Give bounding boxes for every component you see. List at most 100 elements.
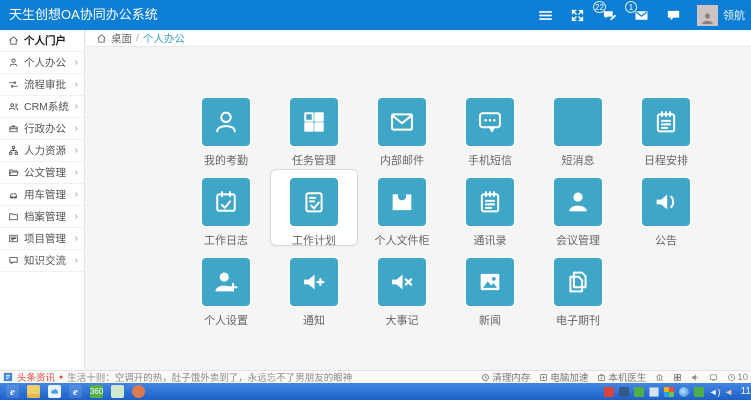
sidebar-item-label: 公文管理 (24, 165, 66, 180)
chat-messages-icon[interactable]: 22 (601, 7, 618, 24)
person-icon (554, 178, 602, 226)
sidebar-item-3[interactable]: CRM系统 › (0, 96, 84, 118)
sms-icon (466, 98, 514, 146)
speedup-button[interactable]: 电脑加速 (539, 370, 588, 383)
pc-doctor-button[interactable]: 本机医生 (597, 370, 646, 383)
clock-icon[interactable]: 10 (727, 372, 748, 383)
top-header: 天生创想OA协同办公系统 22 1 (0, 0, 751, 30)
user-avatar (697, 5, 718, 26)
app-tile-grid: 我的考勤任务管理内部邮件手机短信短消息日程安排工作日志工作计划个人文件柜通讯录会… (182, 98, 710, 338)
ie-browser-icon[interactable]: e (6, 385, 19, 398)
security-tray-icon[interactable] (604, 387, 614, 397)
user-icon (8, 57, 19, 68)
app-tile-7[interactable]: 工作计划 (270, 178, 358, 258)
app-tile-label: 会议管理 (556, 232, 600, 248)
sidebar-item-4[interactable]: 行政办公 › (0, 118, 84, 140)
app-tile-label: 通知 (303, 312, 325, 328)
app-tile-9[interactable]: 通讯录 (446, 178, 534, 258)
speaker-icon (642, 178, 690, 226)
app-tile-0[interactable]: 我的考勤 (182, 98, 270, 178)
chevron-right-icon: › (75, 102, 78, 112)
breadcrumb-separator: / (136, 32, 139, 44)
sidebar-item-9[interactable]: 项目管理› (0, 228, 84, 250)
sound-icon[interactable] (691, 373, 700, 382)
chevron-right-icon: › (75, 234, 78, 244)
app-tile-6[interactable]: 工作日志 (182, 178, 270, 258)
ticker-headline[interactable]: 生活十则：空调开的热，肚子饿外卖到了，永远忘不了男朋友的眼神 (67, 370, 352, 383)
app-tile-11[interactable]: 公告 (622, 178, 710, 258)
app-tile-16[interactable]: 电子期刊 (534, 258, 622, 338)
sidebar-item-label: 知识交流 (24, 253, 66, 268)
chevron-right-icon: › (75, 256, 78, 266)
sidebar-item-label: 档案管理 (24, 209, 66, 224)
app-tile-2[interactable]: 内部邮件 (358, 98, 446, 178)
app-tile-15[interactable]: 新闻 (446, 258, 534, 338)
sidebar-item-label: 行政办公 (24, 121, 66, 136)
sidebar-item-2[interactable]: 流程审批› (0, 74, 84, 96)
display-icon[interactable] (709, 373, 718, 382)
pc-doctor-label: 本机医生 (608, 370, 646, 383)
app-tile-4[interactable]: 短消息 (534, 98, 622, 178)
cloud-app-icon[interactable] (48, 385, 61, 398)
green-tray-icon[interactable] (634, 387, 644, 397)
ticker-label[interactable]: 头条资讯 (17, 370, 55, 383)
monitor-tray-icon[interactable] (649, 387, 659, 397)
tray-app-icon[interactable] (619, 387, 629, 397)
user-menu[interactable]: 领航 (697, 5, 745, 26)
ie-browser2-icon[interactable]: e (69, 385, 82, 398)
newspaper-icon (8, 233, 19, 244)
news-doc-icon (3, 372, 13, 382)
browser360-icon[interactable]: 360 (90, 385, 103, 398)
antivirus-tray-icon[interactable] (694, 387, 704, 397)
sidebar-item-5[interactable]: 人力资源› (0, 140, 84, 162)
menu-icon[interactable] (537, 7, 554, 24)
chevron-right-icon: › (75, 124, 78, 134)
system-tray: ◄) ◄ 11 (604, 386, 749, 397)
app-tile-10[interactable]: 会议管理 (534, 178, 622, 258)
clean-memory-button[interactable]: 清理内存 (481, 370, 530, 383)
app-tile-8[interactable]: 个人文件柜 (358, 178, 446, 258)
sidebar-item-0[interactable]: 个人门户 (0, 30, 84, 52)
apps-icon[interactable] (673, 373, 682, 382)
sidebar-item-10[interactable]: 知识交流 › (0, 250, 84, 272)
explorer-folder-icon[interactable] (27, 385, 40, 398)
comment-icon (8, 255, 19, 266)
utility-app-icon[interactable] (111, 385, 124, 398)
app-tile-14[interactable]: 大事记 (358, 258, 446, 338)
sidebar-item-6[interactable]: 公文管理› (0, 162, 84, 184)
header-actions: 22 1 领航 (537, 0, 745, 30)
car-icon (8, 189, 19, 200)
sidebar-item-8[interactable]: 档案管理 › (0, 206, 84, 228)
mail-notification-icon[interactable]: 1 (633, 7, 650, 24)
breadcrumb: 桌面 / 个人办公 (86, 30, 751, 47)
breadcrumb-home[interactable]: 桌面 (111, 31, 132, 46)
skin-center-icon[interactable] (655, 373, 664, 382)
sidebar-item-label: 个人门户 (24, 33, 66, 48)
speaker-x-icon (378, 258, 426, 306)
volume-mixer-icon[interactable]: ◄ (724, 387, 734, 397)
users-icon (8, 101, 19, 112)
volume-icon[interactable]: ◄) (709, 387, 719, 397)
app-tile-1[interactable]: 任务管理 (270, 98, 358, 178)
app-tile-13[interactable]: 通知 (270, 258, 358, 338)
breadcrumb-current: 个人办公 (143, 31, 185, 46)
windows-update-icon[interactable] (664, 387, 674, 397)
sidebar-item-label: CRM系统 (24, 99, 69, 114)
app-tile-label: 新闻 (479, 312, 501, 328)
app-tile-label: 公告 (655, 232, 677, 248)
app-tile-3[interactable]: 手机短信 (446, 98, 534, 178)
network-globe-icon[interactable] (679, 387, 689, 397)
app-tile-5[interactable]: 日程安排 (622, 98, 710, 178)
messenger-app-icon[interactable] (132, 385, 145, 398)
comment-icon[interactable] (665, 7, 682, 24)
chevron-right-icon: › (75, 212, 78, 222)
user-name: 领航 (723, 7, 745, 23)
app-tile-12[interactable]: 个人设置 (182, 258, 270, 338)
sidebar-item-7[interactable]: 用车管理› (0, 184, 84, 206)
sidebar-item-1[interactable]: 个人办公› (0, 52, 84, 74)
folder-open-icon (8, 167, 19, 178)
clean-memory-label: 清理内存 (492, 370, 530, 383)
home-icon (8, 35, 19, 46)
fullscreen-icon[interactable] (569, 7, 586, 24)
copy-icon (554, 258, 602, 306)
